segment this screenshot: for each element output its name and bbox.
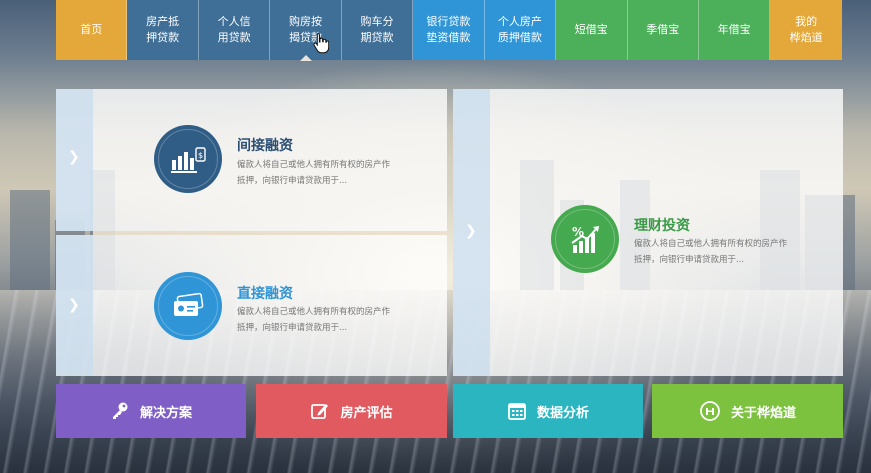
percent-growth-icon: % <box>551 205 619 273</box>
panel-description: 僱款人将自己或他人拥有所有权的房产作抵押，向银行申请贷款用于... <box>634 239 788 265</box>
button-label: 关于桦焰道 <box>730 405 796 421</box>
coin-icon <box>699 400 721 422</box>
panel-title: 理财投资 <box>634 218 690 234</box>
nav-item-my-account[interactable]: 我的 桦焰道 <box>770 0 842 60</box>
cash-cards-icon <box>154 272 222 340</box>
panel-wealth-investment[interactable]: ❯ % 理财投资 僱款人将自己或他人拥有所有权的房产作抵押，向银行申请贷款用于.… <box>453 89 843 376</box>
panel-direct-financing[interactable]: ❯ 直接融资 僱款人将自己或他人拥有所有权的房产作抵押，向银行申请贷款用于... <box>56 235 447 376</box>
bar-chart-money-icon: $ <box>154 125 222 193</box>
nav-item-personal-credit[interactable]: 个人信 用贷款 <box>198 0 271 60</box>
chevron-right-icon: ❯ <box>68 297 80 313</box>
about-button[interactable]: 关于桦焰道 <box>652 384 843 438</box>
solutions-button[interactable]: 解决方案 <box>56 384 246 438</box>
top-nav: 首页 房产抵 押贷款 个人信 用贷款 购房按 揭贷款 购车分 期贷款 银行贷款 … <box>56 0 842 61</box>
nav-item-quarterly[interactable]: 季借宝 <box>627 0 699 60</box>
chevron-right-icon: ❯ <box>465 223 477 239</box>
button-label: 数据分析 <box>536 405 589 421</box>
panel-description: 僱款人将自己或他人拥有所有权的房产作抵押，向银行申请贷款用于... <box>237 160 391 186</box>
panel-title: 直接融资 <box>237 286 293 302</box>
nav-item-short-term[interactable]: 短借宝 <box>556 0 628 60</box>
nav-item-property-pledge[interactable]: 个人房产 质押借款 <box>484 0 557 60</box>
nav-item-yearly[interactable]: 年借宝 <box>698 0 771 60</box>
panel-indirect-financing[interactable]: ❯ $ 间接融资 僱款人将自己或他人拥有所有权的房产作抵押，向银行申请贷款用于.… <box>56 89 447 231</box>
calendar-icon <box>507 401 527 421</box>
button-label: 解决方案 <box>139 405 192 421</box>
key-icon <box>110 401 130 421</box>
nav-item-home[interactable]: 首页 <box>56 0 128 60</box>
data-analysis-button[interactable]: 数据分析 <box>453 384 643 438</box>
active-indicator <box>299 55 312 61</box>
edit-icon <box>310 401 330 421</box>
property-appraisal-button[interactable]: 房产评估 <box>256 384 447 438</box>
panel-title: 间接融资 <box>237 138 293 154</box>
nav-item-property-mortgage[interactable]: 房产抵 押贷款 <box>127 0 199 60</box>
chevron-right-icon: ❯ <box>68 149 80 165</box>
panel-description: 僱款人将自己或他人拥有所有权的房产作抵押，向银行申请贷款用于... <box>237 307 391 333</box>
nav-item-bank-bridge-loan[interactable]: 银行贷款 垫资借款 <box>413 0 485 60</box>
button-label: 房产评估 <box>340 405 393 421</box>
hand-cursor-icon <box>313 33 329 54</box>
nav-item-home-loan[interactable]: 购房按 揭贷款 <box>270 0 342 61</box>
nav-item-car-loan[interactable]: 购车分 期贷款 <box>341 0 414 60</box>
